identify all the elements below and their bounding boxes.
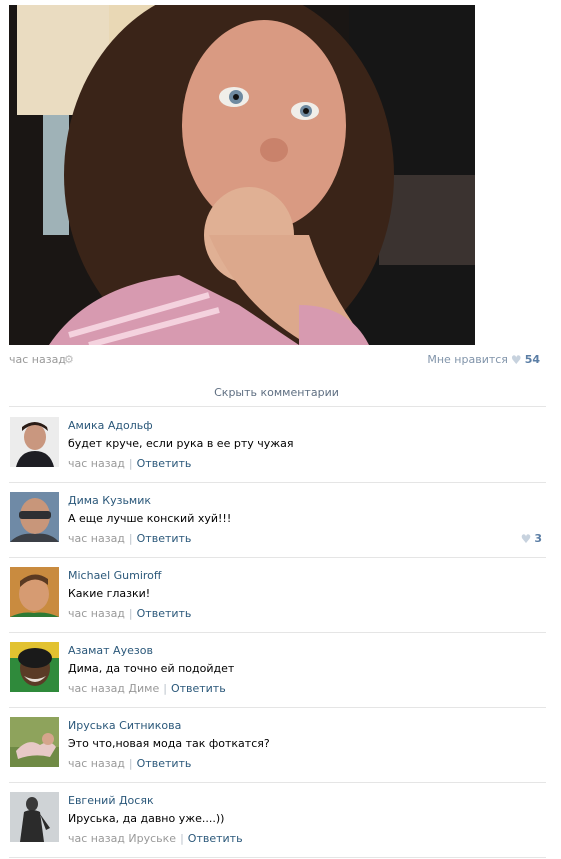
comment-item: Дима Кузьмик А еще лучше конский хуй!!! … bbox=[9, 482, 546, 558]
comment-item: Амика Адольф будет круче, если рука в ее… bbox=[9, 407, 546, 483]
comment-text: Ируська, да давно уже....)) bbox=[68, 812, 225, 825]
comment-author[interactable]: Евгений Досяк bbox=[68, 794, 154, 807]
separator: | bbox=[128, 457, 133, 470]
comment-text: Это что,новая мода так фоткатся? bbox=[68, 737, 270, 750]
comment-time[interactable]: час назад bbox=[68, 457, 125, 470]
separator: | bbox=[180, 832, 184, 845]
comment-author[interactable]: Ируська Ситникова bbox=[68, 719, 181, 732]
comment-author[interactable]: Дима Кузьмик bbox=[68, 494, 151, 507]
comment-meta: час назад | Ответить bbox=[68, 757, 191, 770]
post-meta: час назад ⚙ Мне нравится ♥ 54 bbox=[9, 353, 544, 367]
comment-text: будет круче, если рука в ее рту чужая bbox=[68, 437, 294, 450]
like-count: 54 bbox=[524, 353, 540, 366]
like-button[interactable]: Мне нравится ♥ 54 bbox=[427, 353, 540, 366]
reply-button[interactable]: Ответить bbox=[137, 532, 192, 545]
like-label[interactable]: Мне нравится bbox=[427, 353, 508, 366]
comment-meta: час назад | Ответить bbox=[68, 457, 191, 470]
avatar[interactable] bbox=[10, 792, 59, 842]
separator: | bbox=[128, 532, 133, 545]
comment-author[interactable]: Michael Gumiroff bbox=[68, 569, 161, 582]
comment-meta: час назад | Ответить bbox=[68, 532, 191, 545]
heart-icon[interactable]: ♥ bbox=[511, 354, 522, 366]
avatar[interactable] bbox=[10, 567, 59, 617]
comment-like-button[interactable]: ♥ 3 bbox=[521, 532, 542, 545]
separator: | bbox=[163, 682, 167, 695]
avatar[interactable] bbox=[10, 717, 59, 767]
heart-icon[interactable]: ♥ bbox=[521, 533, 532, 545]
comment-text: Какие глазки! bbox=[68, 587, 151, 600]
avatar[interactable] bbox=[10, 642, 59, 692]
reply-button[interactable]: Ответить bbox=[188, 832, 243, 845]
comment-meta: час назад Диме | Ответить bbox=[68, 682, 226, 695]
hide-comments-link[interactable]: Скрыть комментарии bbox=[9, 386, 544, 406]
comment-item: Ируська Ситникова Это что,новая мода так… bbox=[9, 707, 546, 783]
comment-text: А еще лучше конский хуй!!! bbox=[68, 512, 232, 525]
separator: | bbox=[128, 607, 133, 620]
comment-time[interactable]: час назад Ируське bbox=[68, 832, 176, 845]
comment-time[interactable]: час назад Диме bbox=[68, 682, 159, 695]
comment-author[interactable]: Азамат Ауезов bbox=[68, 644, 153, 657]
post-photo[interactable] bbox=[9, 5, 475, 345]
comment-item: Азамат Ауезов Дима, да точно ей подойдет… bbox=[9, 632, 546, 708]
separator: | bbox=[128, 757, 133, 770]
gear-icon[interactable]: ⚙ bbox=[64, 354, 75, 365]
comment-author[interactable]: Амика Адольф bbox=[68, 419, 153, 432]
comment-like-count: 3 bbox=[534, 532, 542, 545]
avatar[interactable] bbox=[10, 492, 59, 542]
comment-time[interactable]: час назад bbox=[68, 532, 125, 545]
post-time[interactable]: час назад bbox=[9, 353, 66, 366]
comment-item: Michael Gumiroff Какие глазки! час назад… bbox=[9, 557, 546, 633]
comment-text: Дима, да точно ей подойдет bbox=[68, 662, 235, 675]
comment-item: Евгений Досяк Ируська, да давно уже....)… bbox=[9, 782, 546, 858]
avatar[interactable] bbox=[10, 417, 59, 467]
comment-meta: час назад Ируське | Ответить bbox=[68, 832, 243, 845]
comment-meta: час назад | Ответить bbox=[68, 607, 191, 620]
comment-time[interactable]: час назад bbox=[68, 607, 125, 620]
reply-button[interactable]: Ответить bbox=[137, 607, 192, 620]
reply-button[interactable]: Ответить bbox=[171, 682, 226, 695]
reply-button[interactable]: Ответить bbox=[137, 457, 192, 470]
comment-time[interactable]: час назад bbox=[68, 757, 125, 770]
reply-button[interactable]: Ответить bbox=[137, 757, 192, 770]
